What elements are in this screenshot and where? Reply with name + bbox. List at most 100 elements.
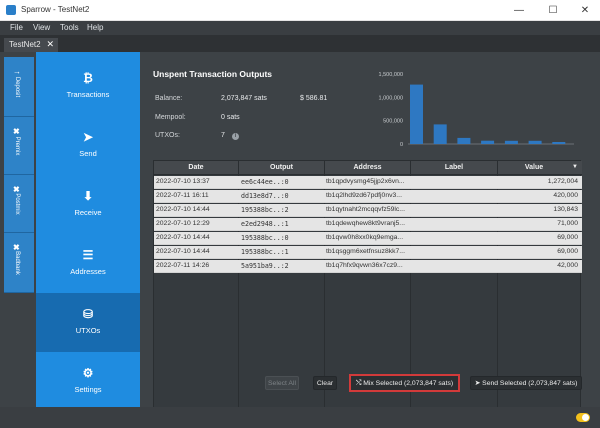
chart-bar [552, 142, 566, 144]
minimize-button[interactable]: — [504, 0, 534, 21]
wallet-tab-strip: TestNet2 ✕ [0, 35, 600, 52]
arrow-down-icon: ⬇ [82, 189, 94, 203]
chart-bar [481, 140, 495, 144]
mix-icon: ⤭ [355, 380, 362, 387]
table-row[interactable]: 2022-07-11 16:11 dd13e8d7..:0 tb1q2lhd9z… [154, 190, 582, 203]
chart-y-tick-label: 500,000 [383, 119, 403, 125]
cell-value: 130,843 [553, 206, 578, 213]
chart-y-tick-label: 0 [400, 142, 403, 148]
cell-address: tb1qpdvysmg45jjp2x6vn... [326, 178, 405, 185]
bitcoin-icon: ₿ [83, 71, 93, 85]
cell-date: 2022-07-11 16:11 [156, 192, 209, 199]
balance-value: 2,073,847 sats [221, 95, 267, 102]
clear-button[interactable]: Clear [313, 376, 337, 390]
utxos-count: 7 [221, 132, 225, 139]
table-row[interactable]: 2022-07-10 12:29 e2ed2948..:1 tb1qdewqhe… [154, 218, 582, 231]
menu-file[interactable]: File [10, 23, 23, 32]
cell-address: tb1q2lhd9zd67pdfj0nv3... [326, 192, 402, 199]
tab-label: TestNet2 [9, 40, 41, 49]
menu-bar: File View Tools Help [0, 21, 600, 35]
nav-receive[interactable]: ⬇ Receive [36, 175, 140, 234]
column-header-address[interactable]: Address [325, 164, 410, 171]
list-icon: ☰ [82, 248, 94, 262]
nav-settings[interactable]: ⚙ Settings [36, 352, 140, 411]
sidebar-nav: ₿ Transactions ➤ Send ⬇ Receive ☰ Addres… [36, 52, 140, 407]
tab-testnet2[interactable]: TestNet2 ✕ [4, 38, 58, 52]
cell-output: dd13e8d7..:0 [241, 192, 289, 200]
table-row[interactable]: 2022-07-10 14:44 195388bc..:0 tb1qvw0h8x… [154, 232, 582, 245]
cell-output: ee6c44ee..:0 [241, 178, 289, 186]
table-row[interactable]: 2022-07-10 14:44 195388bc..:1 tb1qsggm6x… [154, 246, 582, 259]
menu-view[interactable]: View [33, 23, 50, 32]
maximize-button[interactable]: ☐ [538, 0, 568, 21]
select-all-button[interactable]: Select All [265, 376, 299, 390]
window-title: Sparrow - TestNet2 [21, 5, 90, 14]
nav-transactions[interactable]: ₿ Transactions [36, 57, 140, 116]
chart-bar [504, 140, 518, 144]
chart-y-tick-label: 1,000,000 [379, 95, 403, 101]
cell-date: 2022-07-10 13:37 [156, 178, 210, 185]
chart-bar [433, 124, 447, 144]
tab-close-icon[interactable]: ✕ [46, 39, 54, 50]
cell-address: tb1qdewqhew8kt9vranj5... [326, 220, 405, 227]
utxo-table: Date Output Address Label Value ▼ 2022-0… [153, 160, 582, 411]
server-toggle[interactable] [576, 413, 590, 422]
column-header-label[interactable]: Label [411, 164, 497, 171]
cell-value: 420,000 [553, 192, 578, 199]
cell-output: 195388bc..:0 [241, 234, 289, 242]
status-bar [0, 407, 600, 428]
cell-date: 2022-07-10 14:44 [156, 248, 210, 255]
fiat-balance: $ 586.81 [300, 95, 328, 102]
cell-date: 2022-07-10 12:29 [156, 220, 210, 227]
nav-label: Send [79, 149, 97, 158]
column-header-date[interactable]: Date [154, 164, 238, 171]
gear-icon: ⚙ [82, 366, 94, 380]
account-tab-deposit[interactable]: → Deposit [4, 57, 34, 117]
account-tab-premix[interactable]: ✖ Premix [4, 117, 34, 175]
table-row[interactable]: 2022-07-10 14:44 195388bc..:2 tb1qytnaht… [154, 204, 582, 217]
account-tab-postmix[interactable]: ✖ Postmix [4, 175, 34, 233]
cell-value: 69,000 [557, 248, 578, 255]
info-icon[interactable]: i [232, 133, 239, 140]
arrow-right-icon: → [13, 67, 21, 76]
nav-label: UTXOs [75, 326, 101, 335]
close-window-button[interactable]: ✕ [570, 0, 600, 21]
send-selected-label: Send Selected (2,073,847 sats) [482, 380, 578, 387]
nav-label: Receive [74, 208, 102, 217]
balance-label: Balance: [155, 95, 183, 102]
cell-address: tb1q7hfx9qvwn36x7cz9... [326, 262, 403, 269]
chart-bar [457, 137, 471, 144]
nav-send[interactable]: ➤ Send [36, 116, 140, 175]
column-header-output[interactable]: Output [239, 164, 324, 171]
chart-bar [528, 140, 542, 144]
cell-date: 2022-07-10 14:44 [156, 234, 210, 241]
account-tab-label: Premix [14, 136, 20, 155]
nav-utxos[interactable]: ⛁ UTXOs [36, 293, 140, 352]
send-icon: ➤ [474, 380, 481, 387]
mempool-label: Mempool: [155, 114, 186, 121]
cell-value: 42,000 [557, 262, 578, 269]
wallet-view: → Deposit ✖ Premix ✖ Postmix ✖ Badbank ₿… [0, 52, 600, 411]
utxo-panel: Unspent Transaction Outputs Balance: 2,0… [140, 52, 600, 411]
menu-tools[interactable]: Tools [60, 23, 79, 32]
coins-icon: ⛁ [82, 307, 94, 321]
menu-help[interactable]: Help [87, 23, 103, 32]
table-row[interactable]: 2022-07-11 14:26 5a951ba9..:2 tb1q7hfx9q… [154, 260, 582, 273]
nav-addresses[interactable]: ☰ Addresses [36, 234, 140, 293]
mix-selected-button[interactable]: ⤭ Mix Selected (2,073,847 sats) [349, 374, 460, 392]
cell-address: tb1qytnaht2mcqqvfz59lc... [326, 206, 405, 213]
nav-label: Settings [74, 385, 102, 394]
title-bar: Sparrow - TestNet2 — ☐ ✕ [0, 0, 600, 21]
utxo-value-chart: 1,500,000 1,000,000 500,000 0 [379, 72, 574, 148]
column-header-value[interactable]: Value [498, 164, 570, 171]
account-tab-label: Deposit [14, 76, 20, 97]
table-header: Date Output Address Label Value ▼ [154, 161, 582, 175]
sort-descending-icon: ▼ [572, 164, 578, 170]
table-row[interactable]: 2022-07-10 13:37 ee6c44ee..:0 tb1qpdvysm… [154, 176, 582, 189]
cell-date: 2022-07-11 14:26 [156, 262, 210, 269]
account-tab-label: Badbank [14, 250, 20, 275]
cell-output: 5a951ba9..:2 [241, 262, 289, 270]
cell-output: 195388bc..:1 [241, 248, 289, 256]
account-tab-badbank[interactable]: ✖ Badbank [4, 233, 34, 293]
send-selected-button[interactable]: ➤ Send Selected (2,073,847 sats) [470, 376, 582, 390]
